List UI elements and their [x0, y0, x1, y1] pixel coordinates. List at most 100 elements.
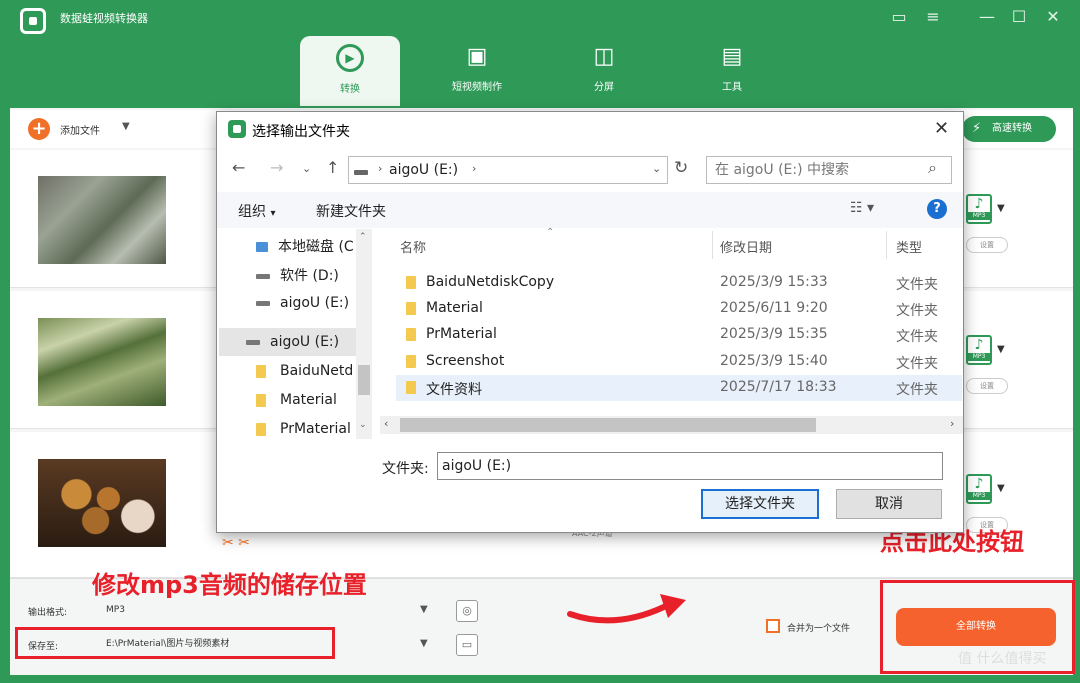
table-row[interactable]: PrMaterial 2025/3/9 15:35 文件夹 [396, 322, 962, 348]
recent-dropdown-icon[interactable]: ⌄ [302, 162, 311, 175]
settings-button[interactable]: 设置 [966, 237, 1008, 253]
scroll-left-icon[interactable]: ‹ [384, 417, 388, 430]
column-header-name[interactable]: 名称 [400, 237, 426, 256]
file-name: Material [426, 300, 483, 316]
add-file-button[interactable]: 添加文件 [60, 122, 100, 137]
high-speed-convert-button[interactable]: 高速转换 [962, 116, 1056, 142]
nav-item-folder[interactable]: BaiduNetd [256, 363, 353, 379]
search-input[interactable]: 在 aigoU (E:) 中搜索 [706, 156, 952, 184]
column-header-type[interactable]: 类型 [896, 237, 922, 256]
save-path-dropdown-icon[interactable]: ▼ [420, 638, 428, 649]
refresh-icon[interactable]: ↻ [674, 158, 688, 178]
file-date: 2025/3/9 15:35 [720, 326, 828, 342]
view-options-icon[interactable]: ☷ ▾ [850, 200, 874, 216]
tv-icon: ▣ [466, 44, 488, 69]
nav-item-folder[interactable]: Material [256, 392, 337, 408]
file-name: BaiduNetdiskCopy [426, 274, 555, 290]
mp3-format-icon[interactable]: ♪ MP3 [966, 335, 992, 365]
dialog-close-icon[interactable]: ✕ [934, 118, 949, 139]
column-divider [886, 231, 887, 259]
annotation-box-save-path [15, 627, 335, 659]
scroll-up-icon[interactable]: ⌃ [359, 232, 367, 242]
tab-split-screen[interactable]: ◫ 分屏 [554, 36, 654, 106]
sort-indicator-icon: ⌃ [546, 227, 555, 238]
edit-cut-icon[interactable]: ✂ ✂ [222, 535, 250, 551]
feedback-icon[interactable]: ▭ [888, 6, 910, 28]
file-type: 文件夹 [896, 303, 938, 319]
cancel-button[interactable]: 取消 [836, 489, 942, 519]
mp3-format-icon[interactable]: ♪ MP3 [966, 194, 992, 224]
scroll-down-icon[interactable]: ⌄ [359, 420, 367, 430]
format-label: MP3 [968, 492, 990, 500]
tab-tools[interactable]: ▤ 工具 [682, 36, 782, 106]
table-row-selected[interactable]: 文件资料 2025/7/17 18:33 文件夹 [396, 375, 962, 401]
table-row[interactable]: Material 2025/6/11 9:20 文件夹 [396, 296, 962, 322]
organize-label: 组织 [238, 204, 266, 220]
up-arrow-icon[interactable]: ↑ [326, 158, 339, 177]
table-row[interactable]: BaiduNetdiskCopy 2025/3/9 15:33 文件夹 [396, 270, 962, 296]
close-icon[interactable]: ✕ [1042, 6, 1064, 28]
nav-label: Material [280, 392, 337, 408]
minimize-icon[interactable]: — [976, 6, 998, 28]
address-bar[interactable]: aigoU (E:) [348, 156, 668, 184]
address-text: aigoU (E:) [389, 162, 459, 178]
settings-button[interactable]: 设置 [966, 378, 1008, 394]
new-folder-button[interactable]: 新建文件夹 [316, 201, 386, 221]
file-type: 文件夹 [896, 329, 938, 345]
nav-item-drive-e[interactable]: aigoU (E:) [256, 295, 349, 311]
merge-label: 合并为一个文件 [787, 624, 851, 634]
tab-short-video[interactable]: ▣ 短视频制作 [427, 36, 527, 106]
file-date: 2025/7/17 18:33 [720, 379, 837, 395]
folder-input[interactable]: aigoU (E:) [437, 452, 943, 480]
nav-item-drive-d[interactable]: 软件 (D:) [256, 265, 339, 285]
format-dropdown-icon[interactable]: ▼ [997, 344, 1005, 355]
mp3-format-icon[interactable]: ♪ MP3 [966, 474, 992, 504]
tab-label: 转换 [340, 84, 360, 95]
forward-arrow-icon[interactable]: → [270, 158, 283, 177]
nav-label: PrMaterial [280, 421, 351, 437]
output-format-dropdown-icon[interactable]: ▼ [420, 604, 428, 615]
format-settings-icon[interactable]: ◎ [456, 600, 478, 622]
breadcrumb-chevron-icon[interactable]: › [378, 162, 382, 175]
output-format-select[interactable]: MP3 [100, 600, 440, 620]
scroll-right-icon[interactable]: › [950, 417, 954, 430]
select-folder-button[interactable]: 选择文件夹 [701, 489, 819, 519]
breadcrumb-chevron-icon[interactable]: › [472, 162, 476, 175]
split-screen-icon: ◫ [593, 44, 615, 69]
table-row[interactable]: Screenshot 2025/3/9 15:40 文件夹 [396, 349, 962, 375]
toolbox-icon: ▤ [721, 44, 743, 69]
nav-item-drive-e-expanded[interactable]: aigoU (E:) [246, 334, 339, 350]
maximize-icon[interactable]: ☐ [1008, 6, 1030, 28]
nav-label: 软件 (D:) [280, 268, 339, 284]
format-dropdown-icon[interactable]: ▼ [997, 203, 1005, 214]
file-date: 2025/3/9 15:33 [720, 274, 828, 290]
merge-checkbox[interactable] [766, 619, 780, 633]
video-thumbnail[interactable] [38, 318, 166, 406]
tab-convert[interactable]: ▶ 转换 [300, 36, 400, 106]
folder-icon [406, 276, 416, 289]
nav-item-local-disk-c[interactable]: 本地磁盘 (C [256, 236, 354, 256]
column-header-date[interactable]: 修改日期 [720, 237, 772, 256]
folder-icon [406, 355, 416, 368]
horizontal-scrollbar-thumb[interactable] [400, 418, 816, 432]
menu-icon[interactable]: ≡ [922, 6, 944, 28]
file-date: 2025/6/11 9:20 [720, 300, 828, 316]
nav-item-folder[interactable]: PrMaterial [256, 421, 351, 439]
nav-scrollbar-thumb[interactable] [358, 365, 370, 395]
back-arrow-icon[interactable]: ← [232, 158, 245, 177]
format-dropdown-icon[interactable]: ▼ [997, 483, 1005, 494]
video-thumbnail[interactable] [38, 459, 166, 547]
format-label: MP3 [968, 212, 990, 220]
address-dropdown-icon[interactable]: ⌄ [652, 162, 661, 175]
help-icon[interactable]: ? [927, 199, 947, 219]
nav-scrollbar[interactable] [356, 229, 372, 439]
add-file-icon[interactable]: + [28, 118, 50, 140]
drive-icon [354, 170, 368, 175]
watermark: 值 什么值得买 [958, 651, 1047, 667]
file-type: 文件夹 [896, 356, 938, 372]
video-thumbnail[interactable] [38, 176, 166, 264]
open-folder-icon[interactable]: ▭ [456, 634, 478, 656]
search-icon[interactable]: ⌕ [928, 158, 937, 178]
organize-menu[interactable]: 组织 ▾ [238, 201, 275, 221]
add-file-dropdown-icon[interactable]: ▼ [122, 121, 130, 132]
